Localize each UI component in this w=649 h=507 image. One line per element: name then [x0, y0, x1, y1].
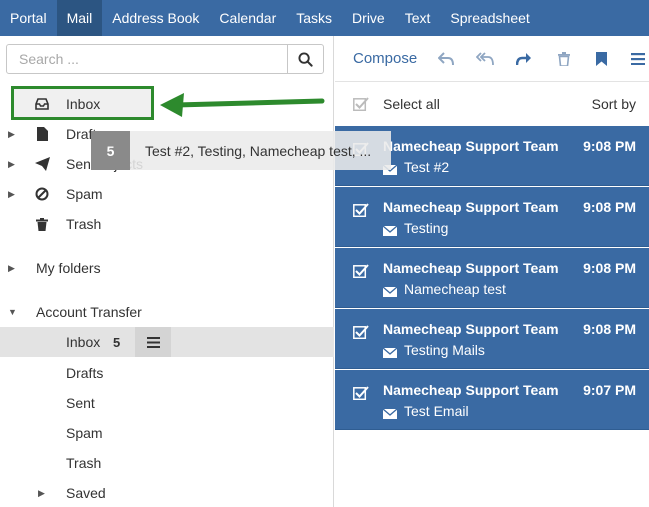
message-sender: Namecheap Support Team	[383, 138, 559, 154]
annotation-arrow	[160, 93, 325, 117]
file-icon	[34, 126, 50, 142]
compose-button[interactable]: Compose	[353, 50, 417, 67]
section-account-transfer[interactable]: ▼ Account Transfer	[0, 297, 334, 327]
subfolder-saved-label: Saved	[66, 485, 106, 501]
ban-icon	[34, 186, 50, 202]
nav-portal[interactable]: Portal	[0, 0, 57, 36]
unread-count: 5	[113, 334, 121, 350]
message-checkbox[interactable]	[353, 202, 369, 220]
caret-right-icon[interactable]: ▶	[8, 129, 16, 140]
caret-right-icon[interactable]: ▶	[8, 189, 16, 200]
message-time: 9:07 PM	[583, 382, 636, 398]
message-sender: Namecheap Support Team	[383, 321, 559, 337]
subfolder-inbox-label: Inbox	[66, 334, 101, 350]
section-account-transfer-label: Account Transfer	[36, 304, 142, 320]
subfolder-trash-label: Trash	[66, 455, 102, 471]
nav-calendar[interactable]: Calendar	[209, 0, 286, 36]
checkbox-icon	[353, 203, 369, 218]
subfolder-spam-label: Spam	[66, 425, 103, 441]
subfolder-inbox[interactable]: Inbox 5	[0, 327, 334, 357]
bookmark-icon[interactable]	[592, 50, 610, 68]
sort-by-button[interactable]: Sort by	[592, 96, 636, 112]
envelope-icon	[382, 406, 398, 422]
drag-preview-text: Test #2, Testing, Namecheap test, ...	[145, 142, 372, 159]
folder-menu-button[interactable]	[135, 327, 171, 357]
subfolder-drafts-label: Drafts	[66, 365, 104, 381]
trash-icon[interactable]	[555, 50, 573, 68]
nav-spreadsheet[interactable]: Spreadsheet	[440, 0, 539, 36]
search-button[interactable]	[287, 45, 323, 73]
subfolder-sent-label: Sent	[66, 395, 95, 411]
message-time: 9:08 PM	[583, 321, 636, 337]
folder-spam-label: Spam	[66, 186, 103, 202]
search-input[interactable]	[7, 45, 289, 73]
message-checkbox[interactable]	[353, 324, 369, 342]
message-sender: Namecheap Support Team	[383, 260, 559, 276]
checkbox-icon	[353, 264, 369, 279]
caret-down-icon[interactable]: ▼	[8, 307, 17, 317]
envelope-icon	[382, 284, 398, 300]
message-subject: Namecheap test	[404, 281, 506, 297]
menu-icon[interactable]	[629, 50, 647, 68]
message-row[interactable]: Namecheap Support Team 9:08 PM Testing M…	[335, 309, 649, 369]
message-row[interactable]: Namecheap Support Team 9:08 PM Namecheap…	[335, 248, 649, 308]
message-time: 9:08 PM	[583, 260, 636, 276]
message-pane: Compose Select all Sort by Namecheap Sup…	[335, 36, 649, 507]
checkbox-icon	[353, 386, 369, 401]
subfolder-drafts[interactable]: Drafts	[0, 358, 334, 388]
message-time: 9:08 PM	[583, 138, 636, 154]
message-row[interactable]: Namecheap Support Team 9:08 PM Testing	[335, 187, 649, 247]
forward-icon[interactable]	[515, 50, 533, 68]
search-box	[6, 44, 324, 74]
envelope-icon	[382, 223, 398, 239]
message-checkbox[interactable]	[353, 263, 369, 281]
nav-tasks[interactable]: Tasks	[286, 0, 342, 36]
message-row[interactable]: Namecheap Support Team 9:07 PM Test Emai…	[335, 370, 649, 430]
checkbox-icon	[353, 325, 369, 340]
message-subject: Testing	[404, 220, 449, 236]
paper-plane-icon	[34, 156, 50, 172]
reply-all-icon[interactable]	[476, 50, 494, 68]
nav-mail[interactable]: Mail	[56, 0, 103, 36]
selection-bar: Select all Sort by	[335, 82, 649, 126]
mail-toolbar: Compose	[335, 36, 649, 82]
subfolder-trash[interactable]: Trash	[0, 448, 334, 478]
trash-icon	[34, 216, 50, 232]
message-subject: Testing Mails	[404, 342, 485, 358]
message-checkbox[interactable]	[353, 385, 369, 403]
nav-drive[interactable]: Drive	[342, 0, 395, 36]
folder-inbox-label: Inbox	[66, 96, 101, 112]
nav-text[interactable]: Text	[395, 0, 441, 36]
message-subject: Test #2	[404, 159, 450, 175]
checkbox-icon	[353, 97, 369, 112]
drag-count-badge: 5	[91, 131, 130, 170]
section-my-folders-label: My folders	[36, 260, 101, 276]
envelope-icon	[382, 345, 398, 361]
subfolder-sent[interactable]: Sent	[0, 388, 334, 418]
search-icon	[298, 51, 313, 67]
caret-right-icon[interactable]: ▶	[8, 263, 15, 274]
caret-right-icon[interactable]: ▶	[38, 488, 45, 499]
menu-icon	[146, 336, 160, 348]
folder-spam[interactable]: ▶ Spam	[0, 179, 334, 209]
select-all-label[interactable]: Select all	[383, 96, 440, 112]
folder-trash-label: Trash	[66, 216, 102, 232]
message-sender: Namecheap Support Team	[383, 199, 559, 215]
inbox-icon	[34, 96, 50, 112]
message-subject: Test Email	[404, 403, 469, 419]
select-all-checkbox[interactable]	[353, 96, 369, 114]
drag-preview: 5 Test #2, Testing, Namecheap test, ...	[91, 131, 391, 170]
subfolder-spam[interactable]: Spam	[0, 418, 334, 448]
caret-right-icon[interactable]: ▶	[8, 159, 16, 170]
message-sender: Namecheap Support Team	[383, 382, 559, 398]
reply-icon[interactable]	[437, 50, 455, 68]
nav-address-book[interactable]: Address Book	[102, 0, 209, 36]
folder-trash[interactable]: Trash	[0, 209, 334, 239]
section-my-folders[interactable]: ▶ My folders	[0, 253, 334, 283]
top-navigation: Portal Mail Address Book Calendar Tasks …	[0, 0, 649, 36]
subfolder-saved[interactable]: ▶ Saved	[0, 478, 334, 507]
message-time: 9:08 PM	[583, 199, 636, 215]
